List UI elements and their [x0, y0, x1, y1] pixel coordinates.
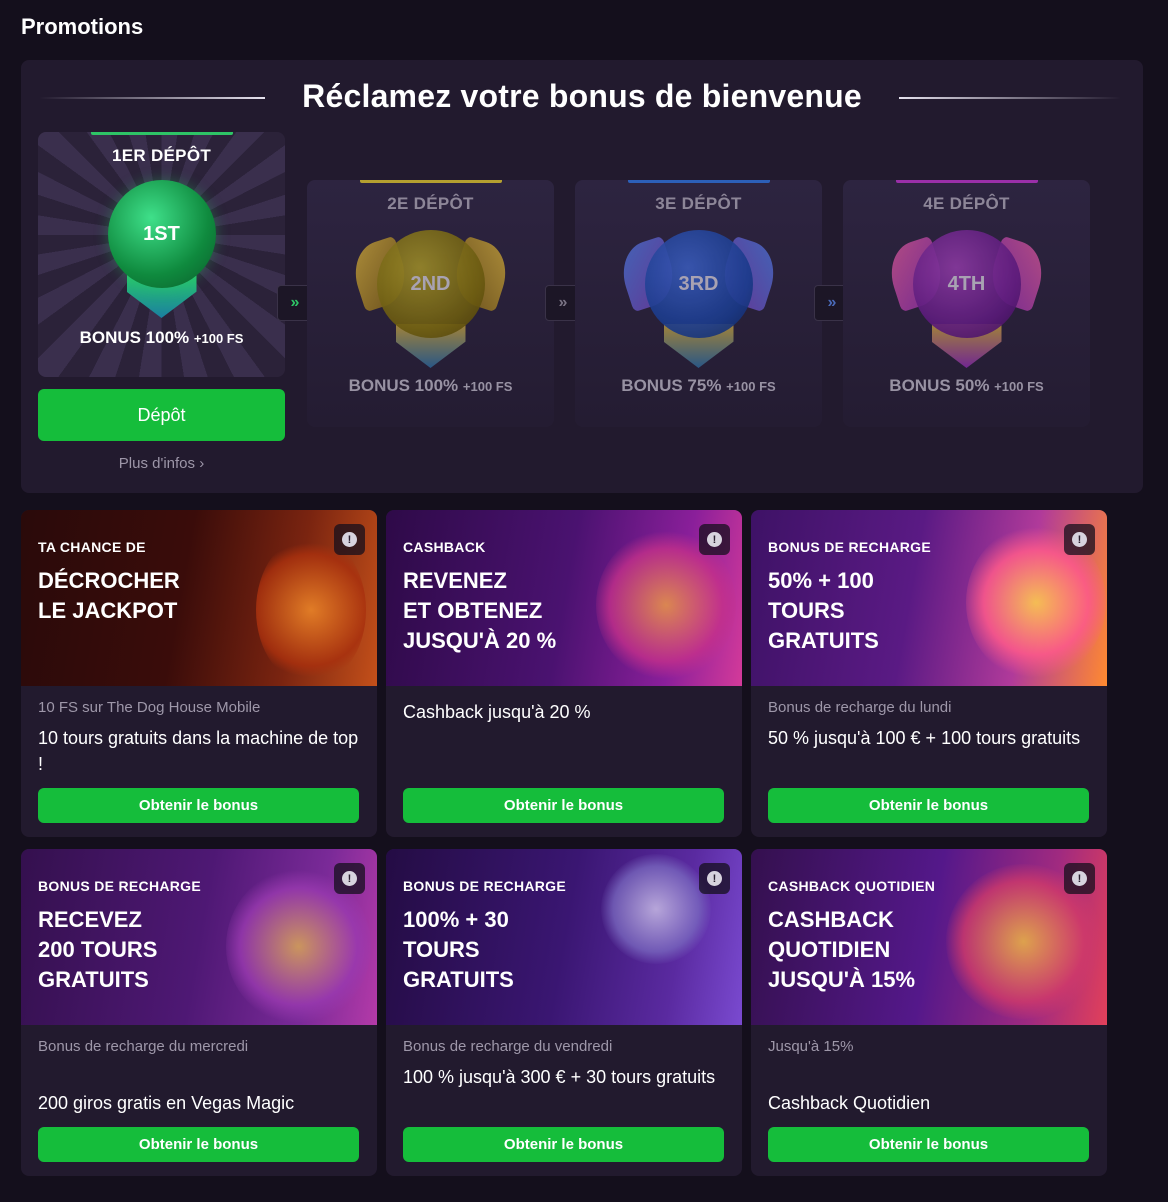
- promo-artwork: [256, 535, 366, 685]
- promo-banner[interactable]: BONUS DE RECHARGE 50% + 100 TOURS GRATUI…: [751, 510, 1107, 686]
- promo-description: 100 % jusqu'à 300 € + 30 tours gratuits: [403, 1067, 716, 1087]
- promo-tag: BONUS DE RECHARGE: [38, 878, 202, 894]
- deposit-bonus-fs: +100 FS: [726, 379, 776, 394]
- info-icon[interactable]: !: [334, 863, 365, 894]
- deposit-card-accent-bar: [627, 180, 770, 183]
- promo-card-monday-reload: BONUS DE RECHARGE 50% + 100 TOURS GRATUI…: [751, 510, 1107, 837]
- get-bonus-button[interactable]: Obtenir le bonus: [38, 788, 359, 823]
- promo-headline: 100% + 30 TOURS GRATUITS: [403, 907, 514, 992]
- deposit-bonus-fs: +100 FS: [193, 331, 244, 346]
- promo-description: Cashback Quotidien: [768, 1093, 931, 1113]
- deposit-card-2[interactable]: 2E DÉPÔT 2ND BONUS 100% +100 FS: [307, 180, 554, 427]
- welcome-bonus-panel: Réclamez votre bonus de bienvenue 1ER DÉ…: [21, 60, 1143, 493]
- info-icon[interactable]: !: [699, 863, 730, 894]
- promo-headline: CASHBACK QUOTIDIEN JUSQU'À 15%: [768, 907, 916, 992]
- deposit-orb: 2ND: [376, 230, 485, 338]
- deposit-orb-label: 2ND: [410, 272, 451, 295]
- info-icon[interactable]: !: [699, 524, 730, 555]
- info-icon[interactable]: !: [334, 524, 365, 555]
- deposit-title: 4E DÉPÔT: [923, 194, 1010, 213]
- double-chevron-right-icon: »: [558, 294, 568, 311]
- promo-artwork: [601, 854, 711, 964]
- promo-tag: BONUS DE RECHARGE: [768, 539, 932, 555]
- promo-description: Cashback jusqu'à 20 %: [403, 702, 591, 722]
- heading-divider-right: [899, 97, 1121, 99]
- deposit-card-accent-bar: [359, 180, 502, 183]
- deposit-bonus-percent: BONUS 100%: [79, 328, 190, 347]
- deposit-orb-label: 3RD: [678, 272, 719, 295]
- promo-description: 10 tours gratuits dans la machine de top…: [38, 728, 359, 774]
- double-chevron-right-icon: »: [827, 294, 837, 311]
- deposit-bonus: BONUS 100% +100 FS: [38, 328, 285, 348]
- promo-card-wednesday-reload: BONUS DE RECHARGE RECEVEZ 200 TOURS GRAT…: [21, 849, 377, 1176]
- info-icon[interactable]: !: [1064, 863, 1095, 894]
- deposit-card-accent-bar: [90, 132, 233, 135]
- deposit-bonus-percent: BONUS 75%: [621, 376, 722, 395]
- get-bonus-button[interactable]: Obtenir le bonus: [38, 1127, 359, 1162]
- promo-headline: REVENEZ ET OBTENEZ JUSQU'À 20 %: [403, 568, 557, 653]
- promo-tag: CASHBACK QUOTIDIEN: [768, 878, 936, 894]
- promo-tag: BONUS DE RECHARGE: [403, 878, 567, 894]
- deposit-bonus-percent: BONUS 100%: [348, 376, 459, 395]
- promo-card-friday-reload: BONUS DE RECHARGE 100% + 30 TOURS GRATUI…: [386, 849, 742, 1176]
- deposit-bonus: BONUS 75% +100 FS: [575, 376, 822, 396]
- promo-description: 50 % jusqu'à 100 € + 100 tours gratuits: [768, 728, 1081, 748]
- more-info-link[interactable]: Plus d'infos ›: [38, 455, 285, 472]
- promo-subtitle: Bonus de recharge du mercredi: [38, 1038, 249, 1055]
- promo-tag: CASHBACK: [403, 539, 486, 555]
- get-bonus-button[interactable]: Obtenir le bonus: [768, 788, 1089, 823]
- deposit-orb: 1ST: [107, 180, 216, 288]
- promo-card-daily-cashback: CASHBACK QUOTIDIEN CASHBACK QUOTIDIEN JU…: [751, 849, 1107, 1176]
- get-bonus-button[interactable]: Obtenir le bonus: [403, 788, 724, 823]
- promo-card-cashback: CASHBACK REVENEZ ET OBTENEZ JUSQU'À 20 %…: [386, 510, 742, 837]
- promo-headline: 50% + 100 TOURS GRATUITS: [768, 568, 879, 653]
- deposit-card-3[interactable]: 3E DÉPÔT 3RD BONUS 75% +100 FS: [575, 180, 822, 427]
- deposit-title: 1ER DÉPÔT: [111, 146, 212, 165]
- promo-headline: RECEVEZ 200 TOURS GRATUITS: [38, 907, 158, 992]
- deposit-title: 3E DÉPÔT: [655, 194, 742, 213]
- deposit-card-accent-bar: [895, 180, 1038, 183]
- promo-banner[interactable]: CASHBACK REVENEZ ET OBTENEZ JUSQU'À 20 %…: [386, 510, 742, 686]
- deposit-orb-label: 1ST: [143, 222, 180, 245]
- get-bonus-button[interactable]: Obtenir le bonus: [768, 1127, 1089, 1162]
- promo-banner[interactable]: CASHBACK QUOTIDIEN CASHBACK QUOTIDIEN JU…: [751, 849, 1107, 1025]
- deposit-orb: 4TH: [912, 230, 1021, 338]
- page-title: Promotions: [21, 14, 144, 39]
- promo-banner[interactable]: BONUS DE RECHARGE 100% + 30 TOURS GRATUI…: [386, 849, 742, 1025]
- deposit-bonus-fs: +100 FS: [994, 379, 1044, 394]
- promo-subtitle: 10 FS sur The Dog House Mobile: [38, 699, 261, 716]
- promo-subtitle: Jusqu'à 15%: [768, 1038, 854, 1055]
- deposit-bonus-fs: +100 FS: [462, 379, 513, 394]
- promo-subtitle: Bonus de recharge du lundi: [768, 699, 952, 716]
- promo-banner[interactable]: BONUS DE RECHARGE RECEVEZ 200 TOURS GRAT…: [21, 849, 377, 1025]
- promo-banner[interactable]: TA CHANCE DE DÉCROCHER LE JACKPOT !: [21, 510, 377, 686]
- promo-headline: DÉCROCHER LE JACKPOT: [38, 568, 180, 623]
- get-bonus-button[interactable]: Obtenir le bonus: [403, 1127, 724, 1162]
- deposit-bonus: BONUS 50% +100 FS: [843, 376, 1090, 396]
- promo-description: 200 giros gratis en Vegas Magic: [38, 1093, 295, 1113]
- double-chevron-right-icon: »: [290, 294, 300, 311]
- deposit-bonus-percent: BONUS 50%: [889, 376, 990, 395]
- more-info-label: Plus d'infos: [118, 455, 196, 472]
- deposit-bonus: BONUS 100% +100 FS: [307, 376, 554, 396]
- info-icon[interactable]: !: [1064, 524, 1095, 555]
- promo-card-jackpot: TA CHANCE DE DÉCROCHER LE JACKPOT ! 10 F…: [21, 510, 377, 837]
- deposit-card-1[interactable]: 1ER DÉPÔT 1ST BONUS 100% +100 FS: [38, 132, 285, 377]
- deposit-card-4[interactable]: 4E DÉPÔT 4TH BONUS 50% +100 FS: [843, 180, 1090, 427]
- deposit-button[interactable]: Dépôt: [38, 389, 285, 441]
- deposit-orb: 3RD: [644, 230, 753, 338]
- promo-subtitle: Bonus de recharge du vendredi: [403, 1038, 613, 1055]
- chevron-right-icon: ›: [199, 455, 205, 472]
- promo-tag: TA CHANCE DE: [38, 539, 146, 555]
- deposit-orb-label: 4TH: [947, 272, 986, 295]
- deposit-title: 2E DÉPÔT: [387, 194, 474, 213]
